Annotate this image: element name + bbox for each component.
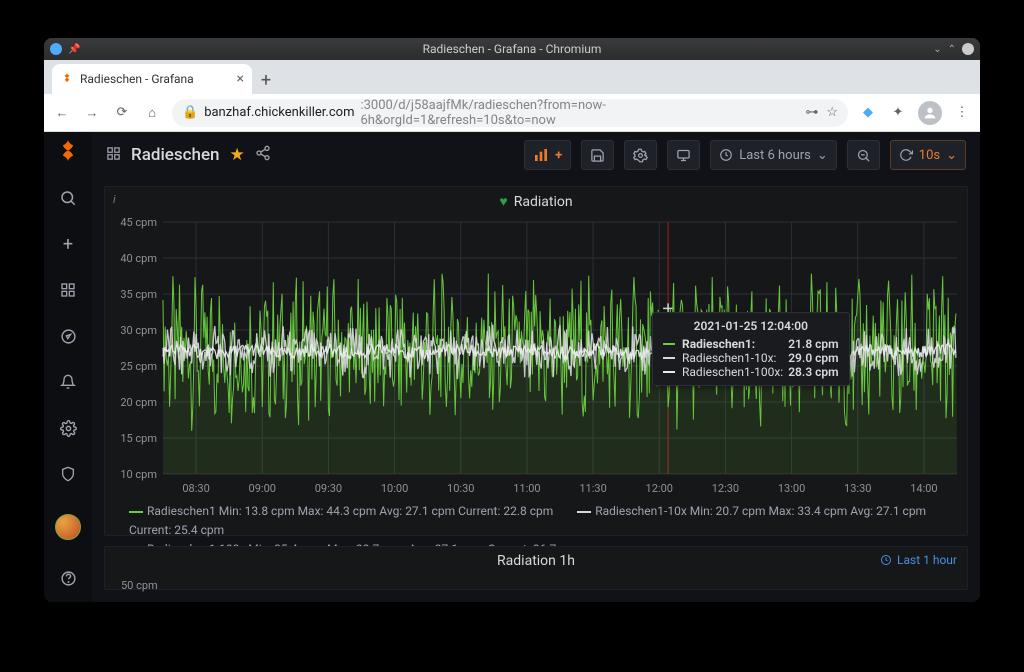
address-bar[interactable]: 🔒 banzhaf.chickenkiller.com :3000/d/j58aa… [172,99,848,127]
tab-title: Radieschen - Grafana [80,72,231,86]
help-icon[interactable] [54,564,82,592]
star-icon[interactable]: ☆ [826,105,838,120]
chevron-down-icon: ⌄ [817,148,828,163]
pin-icon: 📌 [68,44,80,55]
profile-avatar[interactable] [918,101,942,125]
kebab-menu-icon[interactable]: ⋮ [952,103,972,123]
window-maximize-icon[interactable]: ⌃ [948,44,956,55]
chart-tooltip: 2021-01-25 12:04:00 Radieschen1: 21.8 cp… [652,312,850,386]
time-range-label: Last 6 hours [739,148,811,163]
reload-button[interactable]: ⟳ [112,103,132,123]
svg-text:14:00: 14:00 [910,482,937,495]
svg-text:13:30: 13:30 [844,482,871,495]
svg-text:10 cpm: 10 cpm [120,468,157,481]
new-tab-button[interactable]: + [252,66,280,94]
url-path: :3000/d/j58aajfMk/radieschen?from=now-6h… [360,99,799,127]
window-titlebar: 📌 Radieschen - Grafana - Chromium ⌄ ⌃ [44,38,980,60]
explore-icon[interactable] [54,322,82,350]
lock-icon: 🔒 [182,105,198,120]
share-icon[interactable] [255,145,271,166]
grafana-favicon [60,72,74,86]
forward-button[interactable]: → [82,103,102,123]
dashboards-grid-icon[interactable] [106,146,121,165]
chevron-down-icon: ⌄ [946,148,957,163]
grafana-sidebar: + [44,132,92,602]
time-range-picker[interactable]: Last 6 hours ⌄ [710,140,837,170]
dashboard-settings-button[interactable] [624,140,657,170]
home-button[interactable]: ⌂ [142,103,162,123]
dashboard-title[interactable]: Radieschen [131,145,220,165]
alerting-icon[interactable] [54,368,82,396]
add-panel-button[interactable]: + [524,140,571,170]
svg-text:45 cpm: 45 cpm [120,216,157,229]
svg-text:15 cpm: 15 cpm [120,432,157,445]
svg-text:11:30: 11:30 [579,482,606,495]
panel-info-icon[interactable]: i [113,193,116,206]
heart-icon: ♥ [499,193,507,210]
extension-icon[interactable]: ◆ [858,103,878,123]
grafana-logo-icon[interactable] [54,138,82,166]
search-icon[interactable] [54,184,82,212]
svg-text:10:30: 10:30 [447,482,474,495]
window-title: Radieschen - Grafana - Chromium [423,42,602,56]
server-admin-icon[interactable] [54,460,82,488]
browser-toolbar: ← → ⟳ ⌂ 🔒 banzhaf.chickenkiller.com :3000… [44,94,980,132]
dashboards-icon[interactable] [54,276,82,304]
svg-text:08:30: 08:30 [182,482,209,495]
save-dashboard-button[interactable] [581,140,614,170]
panel-time-override: Last 1 hour [880,553,957,567]
url-host: banzhaf.chickenkiller.com [204,105,354,120]
panel-radiation[interactable]: i ♥ Radiation 10 cpm 15 cpm 20 cpm 25 cpm 30… [104,186,968,536]
y-tick-label: 50 cpm [121,579,158,592]
svg-text:12:30: 12:30 [712,482,739,495]
favorite-star-icon[interactable]: ★ [230,145,245,165]
window-close-icon[interactable] [962,43,974,55]
key-icon[interactable]: ⊶ [805,105,818,120]
svg-text:09:30: 09:30 [315,482,342,495]
panel-radiation-1h[interactable]: Radiation 1h Last 1 hour 50 cpm [104,546,968,590]
create-icon[interactable]: + [54,230,82,258]
svg-text:40 cpm: 40 cpm [120,252,157,265]
tooltip-time: 2021-01-25 12:04:00 [663,319,839,333]
panel-title-text: Radiation 1h [497,553,575,569]
tab-close-icon[interactable]: × [237,71,244,87]
user-avatar[interactable] [55,514,81,540]
panels-area: i ♥ Radiation 10 cpm 15 cpm 20 cpm 25 cpm 30… [92,178,980,602]
dashboard-topbar: Radieschen ★ + [92,132,980,178]
refresh-interval-label: 10s [919,148,940,163]
cycle-view-mode-button[interactable] [667,140,700,170]
back-button[interactable]: ← [52,103,72,123]
chromium-icon [50,43,62,55]
window-minimize-icon[interactable]: ⌄ [933,44,941,55]
zoom-out-button[interactable] [847,140,880,170]
svg-text:30 cpm: 30 cpm [120,324,157,337]
svg-text:13:00: 13:00 [778,482,805,495]
browser-tab[interactable]: Radieschen - Grafana × [52,64,252,94]
svg-text:09:00: 09:00 [249,482,276,495]
panel-title-text: Radiation [514,194,573,210]
svg-text:11:00: 11:00 [513,482,540,495]
chart-area[interactable]: 10 cpm 15 cpm 20 cpm 25 cpm 30 cpm 35 cpm 40 c… [105,216,967,498]
svg-text:35 cpm: 35 cpm [120,288,157,301]
svg-text:25 cpm: 25 cpm [120,360,157,373]
browser-tabstrip: Radieschen - Grafana × + [44,60,980,94]
refresh-picker[interactable]: 10s ⌄ [890,140,966,170]
svg-text:12:00: 12:00 [646,482,673,495]
svg-text:20 cpm: 20 cpm [120,396,157,409]
configuration-icon[interactable] [54,414,82,442]
svg-text:10:00: 10:00 [381,482,408,495]
extensions-button[interactable]: ✦ [888,103,908,123]
